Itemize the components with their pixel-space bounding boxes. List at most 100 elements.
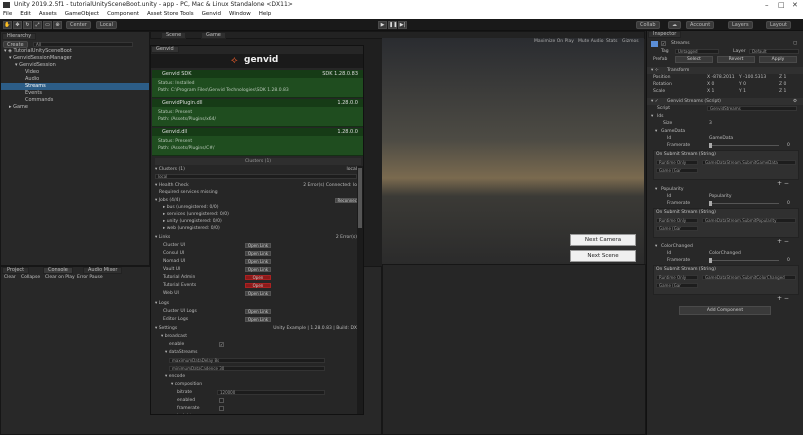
next-camera-button[interactable]: Next Camera — [570, 234, 636, 246]
list-item[interactable]: Video — [1, 69, 149, 76]
clear-button[interactable]: Clear — [4, 275, 16, 280]
max-delay-field[interactable]: maximumDataDelay 8s — [169, 358, 325, 363]
settings-row[interactable]: ▾ Settings Unity Example | 1.28.0.83 | Bu… — [155, 325, 361, 332]
logs-row[interactable]: ▾ Logs — [155, 300, 361, 307]
ids-row[interactable]: ▾ Ids — [647, 113, 803, 120]
list-item[interactable]: Events — [1, 90, 149, 97]
create-dropdown[interactable]: Create — [3, 41, 28, 48]
bitrate-field[interactable]: 120000 — [217, 390, 325, 395]
tab-scene[interactable]: Scene — [161, 32, 187, 39]
size-field[interactable]: 3 — [709, 120, 712, 127]
list-item[interactable]: ▾ GenvidSession — [1, 62, 149, 69]
add-event-icon[interactable]: + − — [777, 295, 789, 302]
menu-file[interactable]: File — [3, 10, 12, 19]
stream-group-row[interactable]: ▾ ColorChanged — [647, 243, 803, 250]
tab-project[interactable]: Project — [2, 267, 30, 274]
active-checkbox[interactable]: ✓ — [661, 41, 666, 46]
close-icon[interactable]: ✕ — [792, 0, 798, 10]
tab-console[interactable]: Console — [43, 267, 73, 274]
links-row[interactable]: ▾ Links 2 Error(s) — [155, 234, 361, 241]
scale-tool-icon[interactable]: ⤢ — [33, 21, 42, 29]
pause-icon[interactable]: ❚❚ — [388, 21, 397, 29]
jobs-row[interactable]: ▾ Jobs (4/4) Reconnect — [155, 197, 361, 204]
play-icon[interactable]: ▶ — [378, 21, 387, 29]
gizmos-dropdown[interactable]: Gizmos — [622, 39, 639, 44]
static-checkbox[interactable]: ▢ — [793, 40, 797, 47]
collab-button[interactable]: Collab — [636, 21, 660, 29]
minimize-icon[interactable]: – — [765, 0, 769, 10]
transform-header[interactable]: ▾ ⊹ Transform — [647, 67, 803, 74]
prefab-apply-button[interactable]: Apply — [759, 56, 797, 63]
menu-window[interactable]: Window — [229, 10, 251, 19]
layout-dropdown[interactable]: Layout — [766, 21, 791, 29]
clear-on-play-toggle[interactable]: Clear on Play — [45, 275, 75, 280]
list-item[interactable]: ▾ ◈ TutorialUnitySceneBoot — [1, 48, 149, 55]
layers-dropdown[interactable]: Layers — [728, 21, 753, 29]
stream-id-field[interactable]: GameData — [709, 135, 733, 142]
cluster-select-row[interactable]: local — [155, 173, 361, 180]
open-link-button-error[interactable]: Open — [245, 283, 271, 288]
list-item[interactable]: Audio — [1, 76, 149, 83]
hierarchy-search-input[interactable]: All — [33, 42, 133, 47]
scrollbar-thumb[interactable] — [358, 168, 362, 228]
datastreams-row[interactable]: ▾ dataStreams — [155, 349, 361, 356]
enable-checkbox[interactable]: ✓ — [219, 342, 224, 347]
open-link-button[interactable]: Open Link — [245, 309, 271, 314]
job-item[interactable]: ▸ services (unregistered: 0/0) — [155, 211, 361, 218]
open-link-button[interactable]: Open Link — [245, 317, 271, 322]
cloud-icon[interactable]: ☁ — [668, 21, 681, 29]
tab-game[interactable]: Game — [201, 32, 226, 39]
enabled-checkbox[interactable] — [219, 398, 224, 403]
menu-genvid[interactable]: Genvid — [202, 10, 221, 19]
composition-row[interactable]: ▾ composition — [155, 381, 361, 388]
framerate-checkbox[interactable] — [219, 406, 224, 411]
runtime-dropdown[interactable]: Runtime Only — [656, 160, 698, 165]
open-link-button[interactable]: Open Link — [245, 267, 271, 272]
tab-inspector[interactable]: Inspector — [648, 31, 682, 38]
mute-audio-toggle[interactable]: Mute Audio — [578, 39, 604, 44]
menu-assets[interactable]: Assets — [39, 10, 57, 19]
open-link-button[interactable]: Open Link — [245, 291, 271, 296]
framerate-slider[interactable] — [709, 203, 779, 204]
rotate-tool-icon[interactable]: ↻ — [23, 21, 32, 29]
tag-dropdown[interactable]: Untagged — [675, 49, 719, 54]
settings-gear-icon[interactable]: ⚙ — [793, 98, 797, 105]
account-dropdown[interactable]: Account — [686, 21, 715, 29]
function-dropdown[interactable]: GameDataStream.SubmitColorChanged — [702, 275, 796, 280]
stream-id-field[interactable]: ColorChanged — [709, 250, 741, 257]
game-view[interactable]: Maximize On Play Mute Audio Stats Gizmos… — [382, 38, 644, 264]
object-name[interactable]: Streams — [671, 40, 690, 47]
function-dropdown[interactable]: GameDataStream.SubmitGameData — [702, 160, 796, 165]
menu-help[interactable]: Help — [259, 10, 272, 19]
runtime-dropdown[interactable]: Runtime Only — [656, 218, 698, 223]
framerate-slider-knob[interactable] — [709, 143, 712, 148]
list-item[interactable]: ▾ GenvidSessionManager — [1, 55, 149, 62]
stream-group-row[interactable]: ▾ Popularity — [647, 186, 803, 193]
stream-group-row[interactable]: ▾ GameData — [647, 128, 803, 135]
step-icon[interactable]: ▶| — [398, 21, 407, 29]
target-object-field[interactable]: Game (Gar — [656, 283, 698, 288]
collapse-toggle[interactable]: Collapse — [21, 275, 40, 280]
stream-id-field[interactable]: Popularity — [709, 193, 732, 200]
pivot-center-toggle[interactable]: Center — [66, 21, 91, 29]
next-scene-button[interactable]: Next Scene — [570, 250, 636, 262]
open-link-button[interactable]: Open Link — [245, 259, 271, 264]
job-item[interactable]: ▸ unity (unregistered: 0/0) — [155, 218, 361, 225]
open-link-button[interactable]: Open Link — [245, 251, 271, 256]
menu-asset-store-tools[interactable]: Asset Store Tools — [147, 10, 194, 19]
target-object-field[interactable]: Game (Gar — [656, 226, 698, 231]
open-link-button[interactable]: Open Link — [245, 243, 271, 248]
encode-row[interactable]: ▾ encode — [155, 373, 361, 380]
tab-audio-mixer[interactable]: Audio Mixer — [83, 267, 123, 274]
open-link-button-error[interactable]: Open — [245, 275, 271, 280]
target-object-field[interactable]: Game (Gar — [656, 168, 698, 173]
clusters-row[interactable]: ▾ Clusters (1) local — [155, 166, 361, 173]
job-item[interactable]: ▸ web (unregistered: 0/0) — [155, 225, 361, 232]
menu-gameobject[interactable]: GameObject — [65, 10, 99, 19]
tab-hierarchy[interactable]: Hierarchy — [2, 33, 37, 40]
maximize-icon[interactable]: □ — [778, 0, 785, 10]
min-rate-field[interactable]: minimumDataCadence 30 — [169, 366, 325, 371]
menu-component[interactable]: Component — [107, 10, 139, 19]
prefab-revert-button[interactable]: Revert — [717, 56, 755, 63]
maximize-on-play-toggle[interactable]: Maximize On Play — [534, 39, 574, 44]
